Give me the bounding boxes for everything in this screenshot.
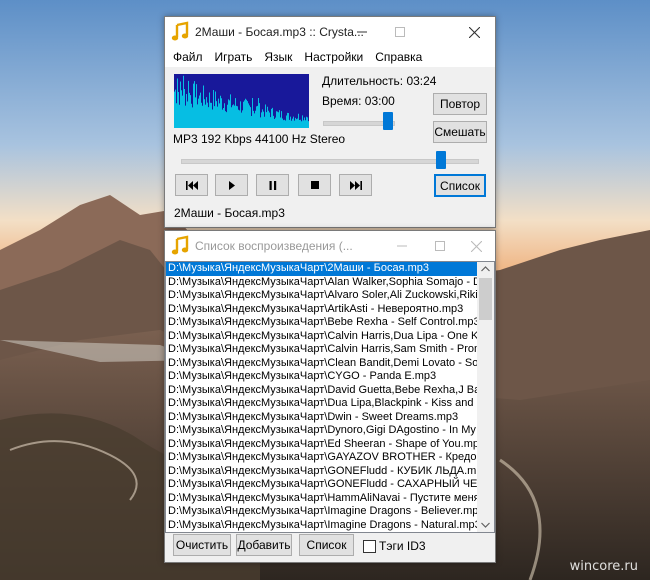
playlist-title: Список воспроизведения (... (195, 239, 353, 253)
maximize-button[interactable] (381, 17, 419, 47)
spectrum-analyzer (174, 74, 309, 128)
seek-slider[interactable] (436, 151, 447, 169)
next-icon (349, 180, 362, 190)
seek-track[interactable] (181, 159, 479, 164)
stop-icon (310, 181, 319, 189)
close-button[interactable] (457, 231, 495, 261)
format-info: MP3 192 Kbps 44100 Hz Stereo (173, 132, 346, 146)
prev-icon (185, 180, 198, 190)
maximize-icon (435, 241, 445, 251)
player-title: 2Маши - Босая.mp3 :: Crysta... (195, 25, 364, 39)
playlist-rows: D:\Музыка\ЯндексМузыкаЧарт\2Маши - Босая… (166, 262, 494, 533)
next-button[interactable] (339, 174, 372, 196)
minimize-button[interactable] (383, 231, 421, 261)
playlist-item[interactable]: D:\Музыка\ЯндексМузыкаЧарт\ArtikAsti - Н… (166, 303, 494, 317)
playlist-item[interactable]: D:\Музыка\ЯндексМузыкаЧарт\Imagine Drago… (166, 519, 494, 533)
list-button[interactable]: Список (299, 534, 354, 556)
playlist-item[interactable]: D:\Музыка\ЯндексМузыкаЧарт\Alvaro Soler,… (166, 289, 494, 303)
stop-button[interactable] (298, 174, 331, 196)
player-titlebar[interactable]: 2Маши - Босая.mp3 :: Crysta... (165, 17, 495, 47)
close-icon (468, 26, 480, 38)
playlist-item[interactable]: D:\Музыка\ЯндексМузыкаЧарт\2Маши - Босая… (166, 262, 494, 276)
playlist-item[interactable]: D:\Музыка\ЯндексМузыкаЧарт\Imagine Drago… (166, 532, 494, 533)
playlist-item[interactable]: D:\Музыка\ЯндексМузыкаЧарт\Dynoro,Gigi D… (166, 424, 494, 438)
playlist-toggle-button[interactable]: Список (434, 174, 486, 197)
scroll-down-icon[interactable] (477, 518, 494, 532)
playlist-item[interactable]: D:\Музыка\ЯндексМузыкаЧарт\GAYAZOV BROTH… (166, 451, 494, 465)
playlist-item[interactable]: D:\Музыка\ЯндексМузыкаЧарт\Clean Bandit,… (166, 357, 494, 371)
playlist-list[interactable]: D:\Музыка\ЯндексМузыкаЧарт\2Маши - Босая… (165, 261, 495, 533)
clear-button[interactable]: Очистить (173, 534, 231, 556)
playlist-item[interactable]: D:\Музыка\ЯндексМузыкаЧарт\Dua Lipa,Blac… (166, 397, 494, 411)
music-note-icon (171, 21, 189, 41)
shuffle-button[interactable]: Смешать (433, 121, 487, 143)
maximize-icon (395, 27, 405, 37)
player-window: 2Маши - Босая.mp3 :: Crysta... Файл Игра… (164, 16, 496, 228)
playlist-item[interactable]: D:\Музыка\ЯндексМузыкаЧарт\GONEFludd - С… (166, 478, 494, 492)
scroll-up-icon[interactable] (477, 262, 494, 276)
playlist-item[interactable]: D:\Музыка\ЯндексМузыкаЧарт\Bebe Rexha - … (166, 316, 494, 330)
playlist-item[interactable]: D:\Музыка\ЯндексМузыкаЧарт\GONEFludd - К… (166, 465, 494, 479)
pause-icon (269, 180, 276, 190)
maximize-button[interactable] (421, 231, 459, 261)
scroll-thumb[interactable] (479, 278, 492, 320)
playlist-scrollbar[interactable] (477, 262, 494, 532)
id3-tags-label: Тэги ID3 (379, 539, 426, 553)
playlist-item[interactable]: D:\Музыка\ЯндексМузыкаЧарт\Ed Sheeran - … (166, 438, 494, 452)
playlist-item[interactable]: D:\Музыка\ЯндексМузыкаЧарт\David Guetta,… (166, 384, 494, 398)
menu-language[interactable]: Язык (258, 50, 298, 64)
playlist-item[interactable]: D:\Музыка\ЯндексМузыкаЧарт\Calvin Harris… (166, 330, 494, 344)
menu-settings[interactable]: Настройки (298, 50, 369, 64)
repeat-button[interactable]: Повтор (433, 93, 487, 115)
watermark: wincore.ru (569, 559, 638, 574)
playlist-item[interactable]: D:\Музыка\ЯндексМузыкаЧарт\Alan Walker,S… (166, 276, 494, 290)
music-note-icon (171, 235, 189, 255)
playlist-window: Список воспроизведения (... D:\Музыка\Ян… (164, 230, 496, 563)
playlist-item[interactable]: D:\Музыка\ЯндексМузыкаЧарт\Dwin - Sweet … (166, 411, 494, 425)
close-icon (470, 240, 482, 252)
playlist-item[interactable]: D:\Музыка\ЯндексМузыкаЧарт\Imagine Drago… (166, 505, 494, 519)
playlist-item[interactable]: D:\Музыка\ЯндексМузыкаЧарт\Calvin Harris… (166, 343, 494, 357)
play-button[interactable] (215, 174, 248, 196)
pause-button[interactable] (256, 174, 289, 196)
add-button[interactable]: Добавить (236, 534, 292, 556)
playlist-item[interactable]: D:\Музыка\ЯндексМузыкаЧарт\HammAliNavai … (166, 492, 494, 506)
duration-label: Длительность: 03:24 (322, 74, 437, 88)
close-button[interactable] (455, 17, 493, 47)
minimize-icon (397, 245, 407, 247)
menu-help[interactable]: Справка (369, 50, 428, 64)
player-menubar: Файл Играть Язык Настройки Справка (165, 47, 495, 67)
minimize-icon (357, 31, 367, 33)
playlist-titlebar[interactable]: Список воспроизведения (... (165, 231, 495, 261)
minimize-button[interactable] (343, 17, 381, 47)
id3-tags-checkbox[interactable] (363, 540, 376, 553)
playlist-item[interactable]: D:\Музыка\ЯндексМузыкаЧарт\CYGO - Panda … (166, 370, 494, 384)
play-icon (228, 180, 235, 190)
now-playing: 2Маши - Босая.mp3 (174, 206, 285, 220)
prev-button[interactable] (175, 174, 208, 196)
menu-play[interactable]: Играть (209, 50, 259, 64)
time-label: Время: 03:00 (322, 94, 395, 108)
volume-slider[interactable] (383, 112, 394, 130)
menu-file[interactable]: Файл (167, 50, 209, 64)
